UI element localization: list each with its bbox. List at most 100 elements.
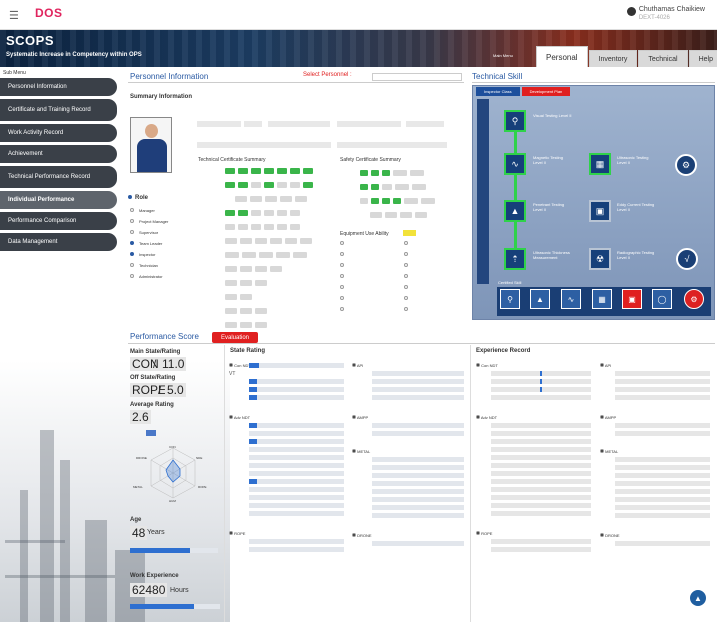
personnel-title: Personnel Information [130, 72, 209, 81]
role-option[interactable]: Technician [139, 263, 158, 268]
experience-record-left: Con NDT Adv NDT ROPE [476, 363, 594, 555]
skill-node-radiographic-testing[interactable]: ☢ [589, 248, 611, 270]
radar-label: NDE [196, 456, 203, 460]
field-title [244, 121, 262, 127]
strip-item-2[interactable]: ▲ [530, 289, 550, 309]
user-id: DEXT-4026 [638, 15, 670, 21]
skill-node-locked[interactable]: ⚙ [675, 154, 697, 176]
logo[interactable]: DOS [35, 6, 63, 20]
tab-development-plan[interactable]: Development Plan [521, 87, 571, 96]
tab-technical[interactable]: Technical [638, 50, 688, 67]
skill-tabs: Inspector Class Development Plan [476, 87, 572, 96]
role-option[interactable]: Supervisor [139, 230, 158, 235]
strip-item-1[interactable]: ⚲ [500, 289, 520, 309]
tech-cert-title: Technical Certificate Summary [198, 157, 266, 163]
average-label: Average Rating [130, 402, 174, 408]
strip-item-3[interactable]: ∿ [561, 289, 581, 309]
safety-cert-title: Safety Certificate Summary [340, 157, 401, 163]
radar-chart [146, 430, 196, 499]
experience-record-right: API AMPP METAL DRONE [600, 363, 712, 549]
menu-icon[interactable]: ☰ [9, 9, 19, 22]
age-value: 48 [130, 526, 148, 540]
tab-inventory[interactable]: Inventory [588, 50, 638, 67]
age-bar [130, 548, 218, 553]
skill-node-locked-2[interactable]: √ [676, 248, 698, 270]
field-position [197, 142, 331, 148]
skill-label: Radiographic Testing Level II [617, 250, 655, 260]
sidebar-item-personnel[interactable]: Personnel Information [0, 78, 117, 96]
radar-label: CON [169, 445, 176, 449]
skill-label: Ultrasonic Testing Level II [617, 155, 649, 165]
equipment-list [340, 241, 460, 318]
app-brand: SCOPS [6, 33, 55, 48]
radar-label: ROPE [198, 485, 207, 489]
state-rating-left: Con NDT VT Adv NDT ROPE [229, 363, 347, 555]
skill-label: Ultrasonic Thickness Measurement [533, 250, 570, 260]
skill-node-ultrasonic-testing[interactable]: ▦ [589, 153, 611, 175]
off-state-label: Off State/Rating [130, 375, 176, 381]
role-option[interactable]: Inspector [139, 252, 155, 257]
field-first-name [268, 121, 330, 127]
main-state-label: Main State/Rating [130, 349, 181, 355]
role-title: Role [128, 195, 148, 201]
safety-cert-pills [360, 170, 460, 226]
user-info[interactable]: Chuthamas Chaikiew DEXT-4026 [626, 6, 705, 21]
strip-item-4[interactable]: ▦ [592, 289, 612, 309]
sidebar: Sub Menu Personnel Information Certifica… [0, 68, 120, 254]
sidebar-item-work-activity[interactable]: Work Activity Record [0, 124, 117, 142]
skill-node-eddy-current[interactable]: ▣ [589, 200, 611, 222]
equipment-badge [403, 230, 416, 236]
experience-bar [130, 604, 220, 609]
off-state-code: ROPE [130, 383, 169, 397]
slash-divider: / [158, 383, 162, 397]
field-last-name [337, 121, 401, 127]
role-option[interactable]: Project Manager [139, 219, 168, 224]
skill-node-magnetic-testing[interactable]: ∿ [504, 153, 526, 175]
tech-cert-pills [225, 168, 335, 336]
slash-divider: / [153, 357, 157, 371]
main-menu-label: Main Menu [493, 53, 513, 58]
skill-path [514, 131, 517, 251]
role-option[interactable]: Team Leader [139, 241, 162, 246]
sidebar-item-certificate[interactable]: Certificate and Training Record [0, 99, 117, 121]
sidebar-item-achievement[interactable]: Achievement [0, 145, 117, 163]
user-name: Chuthamas Chaikiew [638, 6, 705, 13]
skill-label: Magnetic Testing Level II [533, 155, 563, 165]
skill-side-rail [477, 99, 489, 284]
top-bar: ☰ DOS Chuthamas Chaikiew DEXT-4026 [0, 0, 717, 30]
sidebar-item-individual-performance[interactable]: Individual Performance [0, 191, 117, 209]
evaluation-button[interactable]: Evaluation [212, 332, 258, 343]
profile-photo [130, 117, 172, 173]
sidebar-item-technical-performance[interactable]: Technical Performance Record [0, 166, 117, 188]
strip-item-5[interactable]: ▣ [622, 289, 642, 309]
tab-help[interactable]: Help [688, 50, 717, 67]
select-personnel-dropdown[interactable] [372, 73, 462, 81]
sidebar-item-performance-comparison[interactable]: Performance Comparison [0, 212, 117, 230]
age-unit: Years [147, 529, 165, 536]
role-option[interactable]: Administrator [139, 274, 163, 279]
strip-item-7[interactable]: ⚙ [684, 289, 704, 309]
experience-label: Work Experience [130, 573, 179, 579]
sidebar-item-data-management[interactable]: Data Management [0, 233, 117, 251]
field-department [337, 142, 447, 148]
role-list: Manager Project Manager Supervisor Team … [130, 208, 168, 285]
scroll-top-button[interactable]: ▲ [690, 590, 706, 606]
tab-inspector-class[interactable]: Inspector Class [476, 87, 520, 96]
radar-label: HUM [169, 499, 176, 503]
main-state-value: 11.0 [160, 357, 187, 371]
experience-record-title: Experience Record [476, 348, 531, 354]
strip-item-6[interactable]: ◯ [652, 289, 672, 309]
strip-label: Certified Skill [498, 280, 522, 285]
role-option[interactable]: Manager [139, 208, 155, 213]
skill-node-visual-testing[interactable]: ⚲ [504, 110, 526, 132]
state-rating-right: API AMPP METAL DRONE [352, 363, 467, 549]
experience-unit: Hours [170, 587, 189, 594]
skill-node-ultrasonic-thickness[interactable]: ⇡ [504, 248, 526, 270]
off-state-value: 5.0 [165, 383, 186, 397]
radar-label: METAL [133, 485, 143, 489]
skill-node-penetrant-testing[interactable]: ▲ [504, 200, 526, 222]
tab-personal[interactable]: Personal [536, 46, 588, 67]
avatar [626, 7, 636, 16]
experience-value: 62480 [130, 583, 168, 597]
summary-title: Summary Information [130, 94, 193, 100]
